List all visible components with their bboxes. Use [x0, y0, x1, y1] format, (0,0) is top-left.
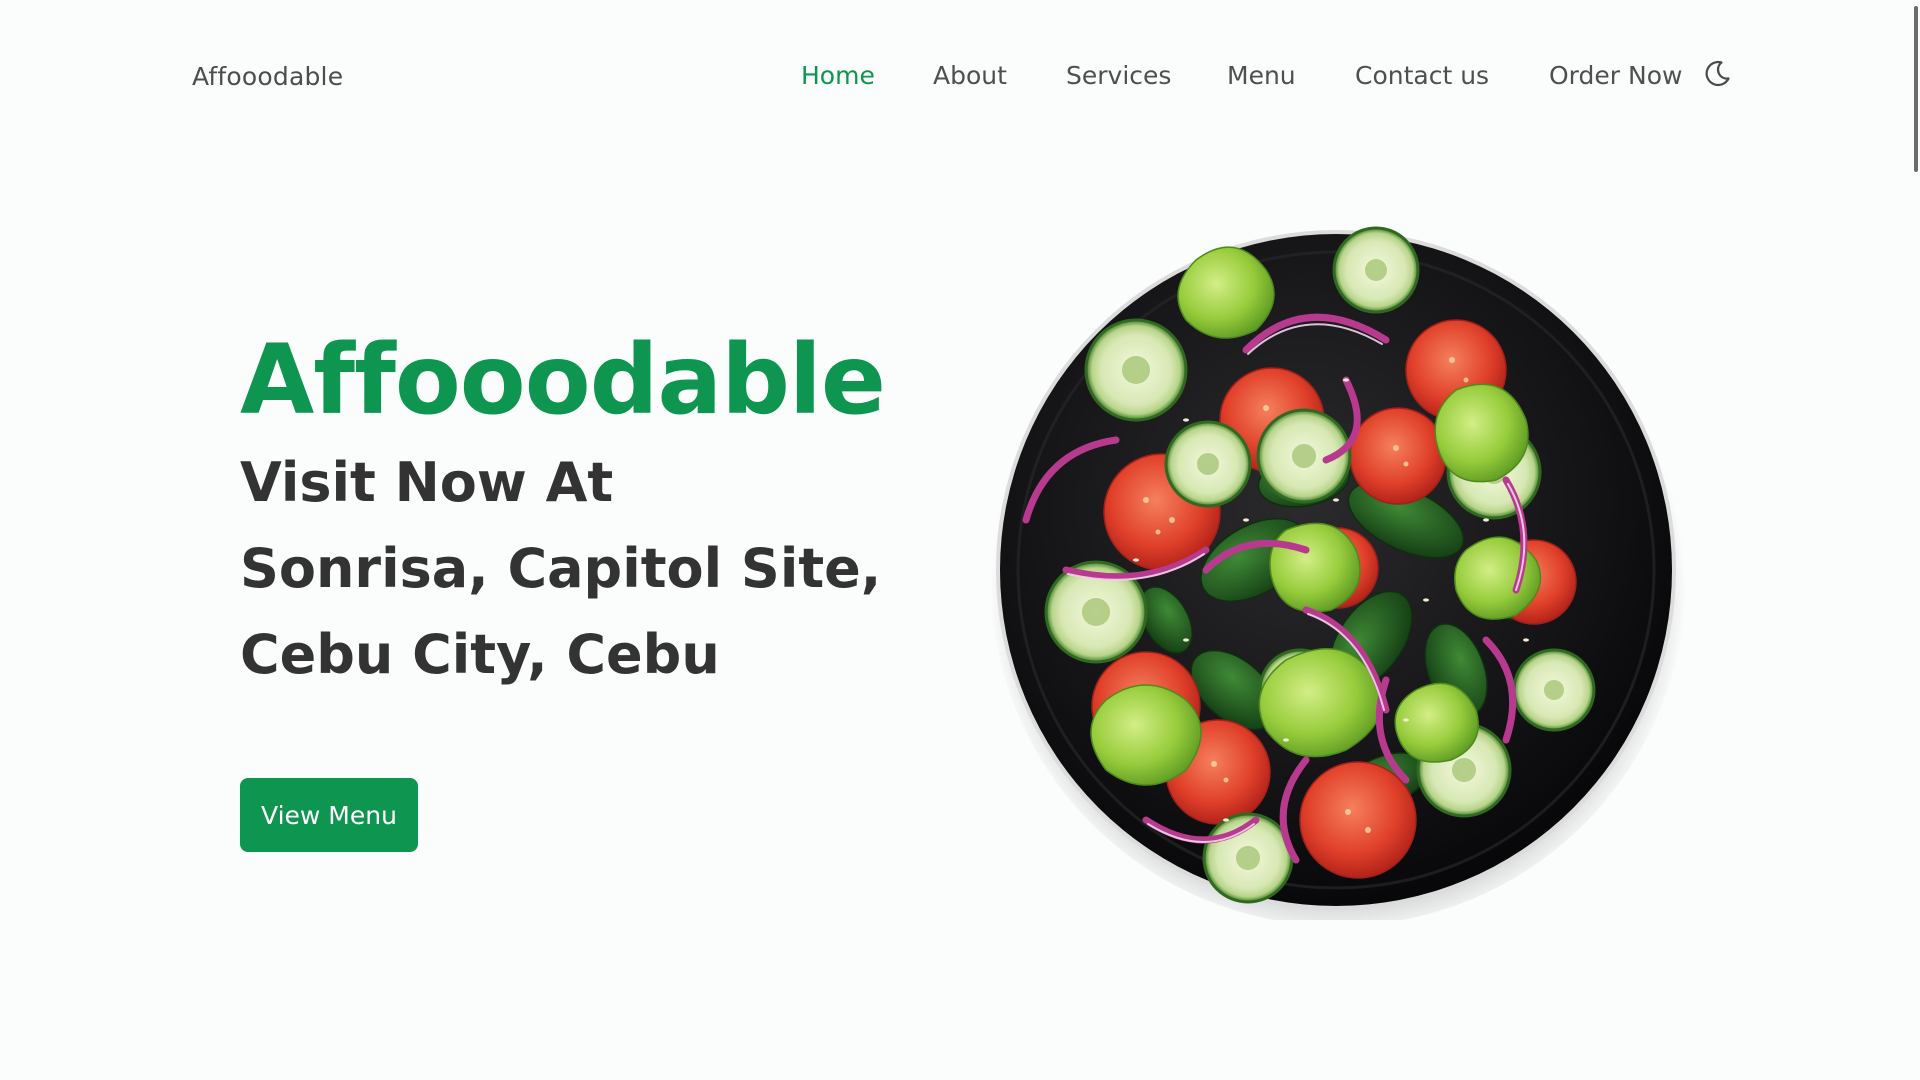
nav-link-home[interactable]: Home	[801, 61, 875, 90]
hero-address-line: Visit Now At	[240, 451, 614, 514]
main-nav: Home About Services Menu Contact us Orde…	[0, 60, 1920, 100]
hero-section: Affooodable Visit Now At Sonrisa, Capito…	[240, 320, 960, 698]
nav-link-contact[interactable]: Contact us	[1355, 61, 1489, 90]
hero-address-line: Cebu City, Cebu	[240, 623, 720, 686]
hero-address: Visit Now At Sonrisa, Capitol Site, Cebu…	[240, 440, 960, 698]
page: Affooodable Home About Services Menu Con…	[0, 0, 1920, 1080]
nav-link-menu[interactable]: Menu	[1227, 61, 1296, 90]
page-scrollbar[interactable]	[1912, 0, 1920, 1080]
salad-plate-image	[986, 220, 1686, 926]
nav-link-services[interactable]: Services	[1066, 61, 1171, 90]
salad-plate-illustration	[990, 226, 1686, 926]
nav-link-order-now[interactable]: Order Now	[1549, 61, 1682, 90]
hero-title: Affooodable	[240, 324, 886, 436]
moon-icon	[1705, 60, 1730, 87]
view-menu-button[interactable]: View Menu	[240, 778, 418, 852]
nav-link-about[interactable]: About	[933, 61, 1007, 90]
hero-address-line: Sonrisa, Capitol Site,	[240, 537, 882, 600]
site-header: Affooodable Home About Services Menu Con…	[0, 0, 1920, 150]
theme-toggle-button[interactable]	[1700, 56, 1734, 90]
scrollbar-thumb[interactable]	[1914, 6, 1918, 172]
